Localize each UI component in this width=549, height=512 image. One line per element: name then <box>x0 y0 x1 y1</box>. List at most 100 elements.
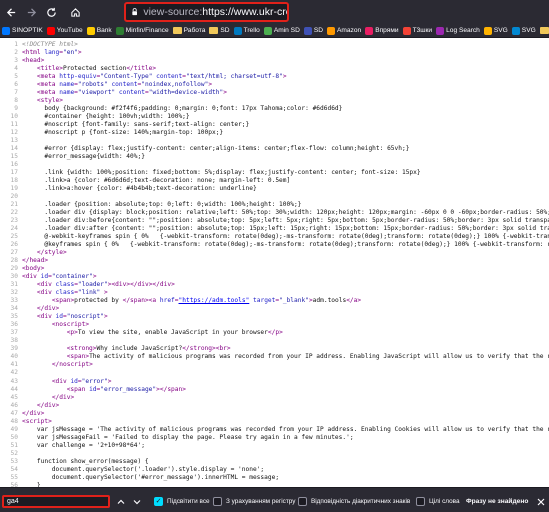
folder-icon <box>209 27 219 34</box>
line-number: 7 <box>14 88 18 96</box>
whole-words-checkbox[interactable] <box>416 497 425 506</box>
source-token: content <box>156 72 183 80</box>
source-token: <meta <box>36 88 60 96</box>
page-info-icon[interactable] <box>130 6 139 18</box>
bookmark-item[interactable]: Minfin/Finance <box>114 26 171 35</box>
find-previous-button[interactable] <box>114 495 127 508</box>
bookmark-item[interactable]: SD <box>302 26 325 35</box>
source-token: var challenge = '2+10+98*64'; <box>22 441 145 449</box>
favicon-icon <box>327 26 335 35</box>
source-token: > <box>104 313 108 321</box>
bookmark-label: SVG <box>521 27 536 34</box>
source-token: #container {height: 100vh;width: 100%;} <box>22 112 190 120</box>
find-input[interactable]: ga4 <box>2 495 110 508</box>
match-case-checkbox[interactable] <box>213 497 222 506</box>
source-code: <title>Protected section</title> <box>22 65 156 72</box>
arrow-left-icon <box>6 7 15 17</box>
bookmark-item[interactable]: SINOPTIK <box>0 26 45 35</box>
source-token: ></span> <box>156 385 186 393</box>
line-number: 55 <box>10 473 18 481</box>
source-code: </div> <box>22 410 44 417</box>
find-close-button[interactable] <box>534 495 547 508</box>
source-token: > <box>77 48 82 56</box>
highlight-all-checkbox[interactable] <box>154 497 163 506</box>
chevron-down-icon <box>133 499 140 504</box>
line-number: 35 <box>10 313 18 321</box>
line-number: 38 <box>10 337 18 345</box>
source-token: .loader div:before{content: "";position:… <box>22 217 549 225</box>
source-token: </noscript> <box>51 361 93 369</box>
source-token: <div <box>36 313 56 321</box>
find-next-button[interactable] <box>130 495 143 508</box>
bookmark-item[interactable]: Впрями <box>363 26 400 35</box>
home-button[interactable] <box>66 2 84 22</box>
source-token: Why include JavaScript? <box>96 345 183 353</box>
bookmark-item[interactable]: SD <box>207 27 231 34</box>
bookmark-item[interactable]: T3шки <box>401 26 435 35</box>
bookmark-item[interactable]: Log Search <box>434 26 482 35</box>
source-token <box>22 378 52 385</box>
source-code: @-webkit-keyframes spin { 0% {-webkit-tr… <box>22 233 549 240</box>
source-code: <!DOCTYPE html> <box>22 41 78 48</box>
highlight-all-option[interactable]: Підсвітити все <box>154 496 210 507</box>
source-code: <script> <box>22 418 52 425</box>
url-bar[interactable]: view-source:https://www.ukr-credit.com/ <box>124 2 289 22</box>
match-diacritics-checkbox[interactable] <box>298 497 307 506</box>
source-token: > <box>208 80 213 88</box>
view-source-pane[interactable]: 1 <!DOCTYPE html> 2 <html lang="en"> 3 <head>… <box>0 38 549 487</box>
source-code: .link {width: 100%;position: fixed;botto… <box>22 169 420 176</box>
back-button[interactable] <box>2 2 20 22</box>
match-diacritics-label: Відповідність діакритичних знаків <box>311 498 411 505</box>
source-token: <!DOCTYPE html> <box>22 40 78 48</box>
favicon-icon <box>303 26 312 35</box>
source-code: <div class="link" > <box>22 289 108 296</box>
close-icon <box>537 498 544 505</box>
bookmark-item[interactable]: Trello <box>232 26 262 35</box>
source-link[interactable]: "https://adm.tools" <box>179 297 250 304</box>
source-token <box>22 353 67 360</box>
source-token: </div> <box>36 305 60 313</box>
source-code: <div id="noscript"> <box>22 313 108 320</box>
source-token: "en" <box>63 48 78 56</box>
source-code: .loader div {display: block;position: re… <box>22 209 549 216</box>
source-token: var jsMessageFail = 'Failed to display t… <box>22 433 354 441</box>
source-token: id <box>70 377 78 385</box>
source-token: #noscript p {font-size: 140%;margin-top:… <box>22 128 224 136</box>
whole-words-option[interactable]: Цілі слова <box>416 496 460 507</box>
forward-button[interactable] <box>22 2 40 22</box>
bookmark-item[interactable]: YouTube <box>45 26 85 35</box>
source-token: <strong> <box>66 345 97 353</box>
match-case-label: З урахуванням регістру <box>226 498 296 505</box>
line-number: 27 <box>10 249 18 257</box>
source-token <box>22 313 37 320</box>
source-token <box>22 345 67 352</box>
favicon-icon <box>233 26 242 35</box>
bookmark-item[interactable]: Bank <box>85 26 114 35</box>
line-number: 12 <box>10 128 18 136</box>
source-token: <span> <box>66 353 90 361</box>
line-number: 34 <box>10 305 18 313</box>
source-token: > <box>223 88 227 96</box>
line-number: 6 <box>14 80 18 88</box>
bookmark-item[interactable]: Amin SD <box>262 26 302 35</box>
source-token: <script> <box>22 417 52 425</box>
line-number: 9 <box>14 104 18 112</box>
match-case-option[interactable]: З урахуванням регістру <box>213 496 295 507</box>
bookmark-label: Amazon <box>337 27 362 34</box>
line-number: 10 <box>10 112 18 120</box>
source-token: </div> <box>22 409 45 417</box>
line-number: 11 <box>10 120 18 128</box>
source-code: <style> <box>22 97 63 104</box>
match-diacritics-option[interactable]: Відповідність діакритичних знаків <box>298 496 410 507</box>
bookmark-item[interactable]: Amazon <box>325 26 363 35</box>
bookmark-item[interactable]: SVG <box>510 26 538 35</box>
source-token <box>22 305 37 312</box>
line-number: 23 <box>10 217 18 225</box>
source-code: <p>To view the site, enable JavaScript i… <box>22 329 283 336</box>
bookmark-item[interactable]: Home <box>538 27 549 34</box>
bookmark-label: Trello <box>243 27 260 34</box>
reload-button[interactable] <box>42 2 60 22</box>
source-token: "container" <box>51 273 93 281</box>
bookmark-item[interactable]: Работа <box>171 27 208 34</box>
bookmark-item[interactable]: SVG <box>482 26 510 35</box>
